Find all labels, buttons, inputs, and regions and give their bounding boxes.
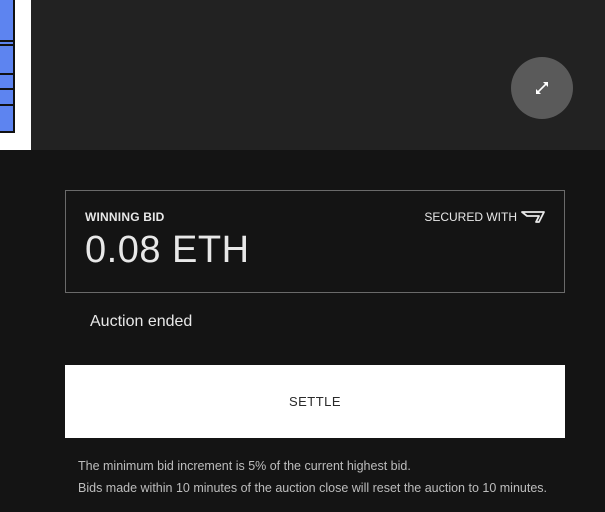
media-area: [0, 0, 605, 150]
artwork-line: [0, 44, 13, 46]
auction-status: Auction ended: [90, 313, 193, 330]
min-increment-note: The minimum bid increment is 5% of the c…: [78, 459, 411, 473]
expand-button[interactable]: [511, 57, 573, 119]
secured-with[interactable]: SECURED WITH: [424, 210, 545, 224]
settle-button[interactable]: SETTLE: [65, 365, 565, 438]
artwork-line: [0, 104, 13, 106]
artwork-line: [0, 88, 13, 90]
artwork-pixels: [0, 0, 15, 133]
secured-with-label: SECURED WITH: [424, 210, 517, 224]
artwork-image[interactable]: [0, 0, 31, 150]
winning-bid-label: WINNING BID: [85, 210, 165, 224]
expand-arrows-icon: [536, 82, 548, 94]
winning-bid-card: WINNING BID 0.08 ETH SECURED WITH: [65, 190, 565, 293]
winning-bid-amount: 0.08 ETH: [85, 229, 250, 271]
protocol-logo-icon: [521, 211, 545, 223]
reset-notice: Bids made within 10 minutes of the aucti…: [78, 481, 548, 495]
artwork-line: [0, 40, 13, 42]
artwork-line: [0, 73, 13, 75]
